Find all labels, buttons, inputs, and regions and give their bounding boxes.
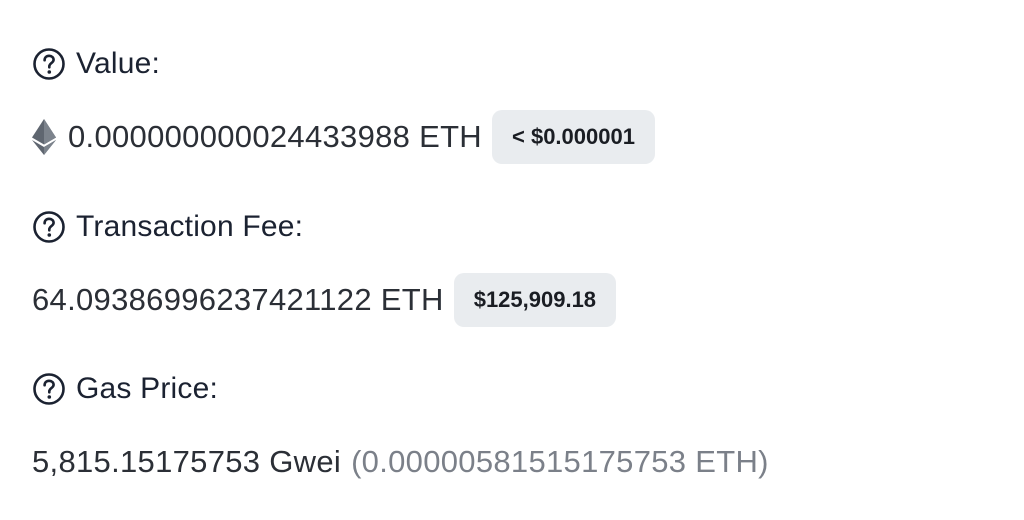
gas-eth-equivalent: (0.00000581515175753 ETH) bbox=[351, 444, 769, 479]
question-circle-icon[interactable] bbox=[32, 210, 66, 244]
fee-label-row: Transaction Fee: bbox=[32, 207, 992, 247]
value-amount: 0.000000000024433988 ETH bbox=[68, 119, 482, 154]
value-usd-badge: < $0.000001 bbox=[492, 110, 655, 164]
value-amount-row: 0.000000000024433988 ETH < $0.000001 bbox=[32, 109, 992, 165]
question-circle-icon[interactable] bbox=[32, 372, 66, 406]
value-section: Value: 0.000000000024433988 ETH < $0.000… bbox=[32, 44, 992, 165]
fee-section: Transaction Fee: 64.09386996237421122 ET… bbox=[32, 207, 992, 328]
gas-label: Gas Price: bbox=[76, 372, 219, 405]
value-label: Value: bbox=[76, 47, 161, 80]
ethereum-icon bbox=[32, 119, 56, 155]
fee-amount-row: 64.09386996237421122 ETH $125,909.18 bbox=[32, 272, 992, 328]
value-label-row: Value: bbox=[32, 44, 992, 84]
gas-amount: 5,815.15175753 Gwei bbox=[32, 444, 342, 479]
fee-usd-badge: $125,909.18 bbox=[453, 273, 617, 327]
question-circle-icon[interactable] bbox=[32, 47, 66, 81]
fee-label: Transaction Fee: bbox=[76, 210, 304, 243]
gas-label-row: Gas Price: bbox=[32, 369, 992, 409]
fee-amount: 64.09386996237421122 ETH bbox=[32, 282, 444, 317]
gas-section: Gas Price: 5,815.15175753 Gwei (0.000005… bbox=[32, 369, 992, 490]
gas-amount-row: 5,815.15175753 Gwei (0.00000581515175753… bbox=[32, 434, 992, 490]
